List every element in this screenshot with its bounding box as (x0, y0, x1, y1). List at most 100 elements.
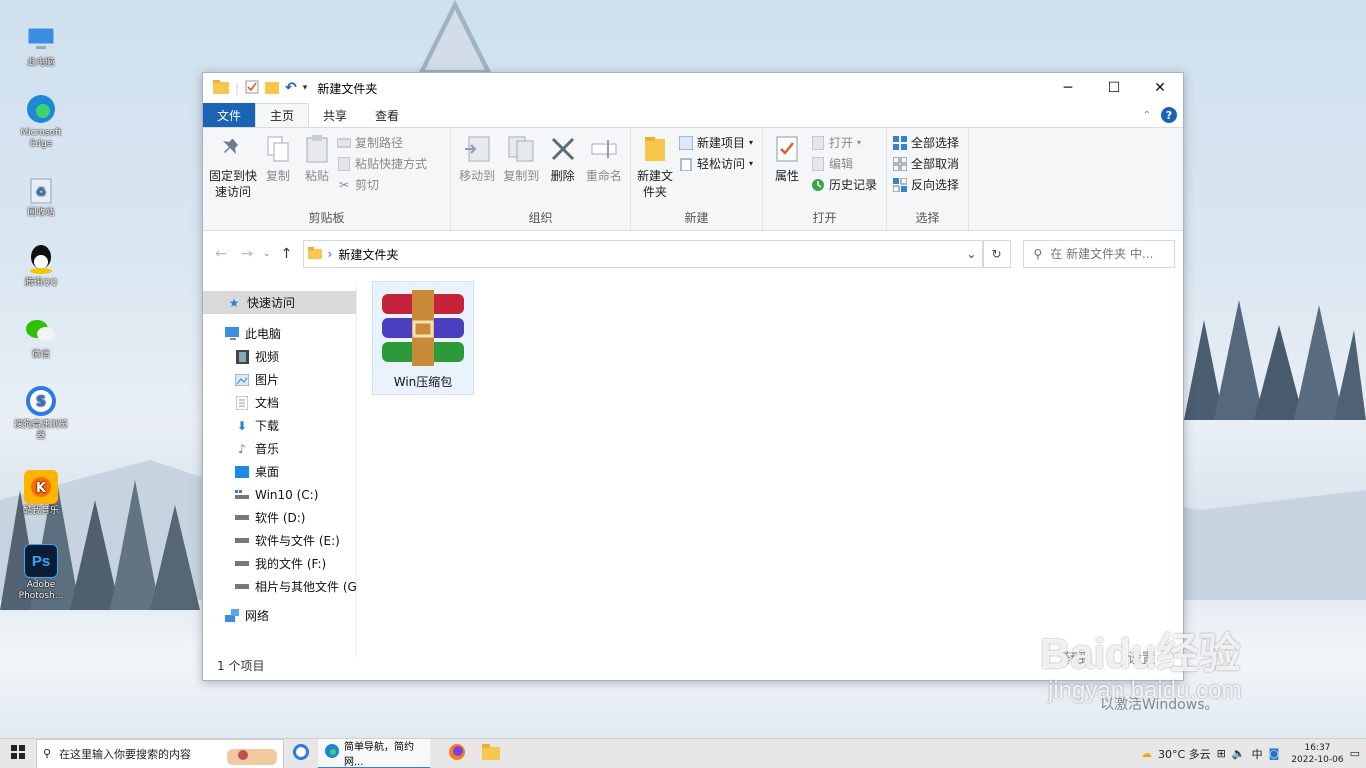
copy-to-icon (505, 132, 537, 166)
up-arrow-icon[interactable]: ↑ (277, 246, 297, 262)
nav-item-drive-c[interactable]: Win10 (C:) (203, 483, 356, 506)
svg-text:S: S (36, 394, 46, 410)
drive-icon (235, 511, 249, 525)
address-bar[interactable]: › 新建文件夹 ⌄ (302, 240, 983, 268)
notification-icon[interactable]: ▭ (1350, 747, 1360, 760)
easy-access-button[interactable]: 轻松访问 ▾ (679, 155, 753, 172)
network-tray-icon[interactable]: ⊞ (1217, 747, 1226, 760)
select-all-button[interactable]: 全部选择 (893, 134, 959, 151)
nav-this-pc[interactable]: 此电脑 (203, 322, 356, 345)
edit-button[interactable]: 编辑 (811, 155, 877, 172)
copy-path-button[interactable]: 复制路径 (337, 134, 427, 151)
firefox-icon (448, 743, 466, 764)
computer-icon (24, 22, 58, 56)
undo-icon[interactable]: ↶ (285, 80, 297, 96)
network-icon (225, 608, 239, 623)
baidu-watermark: Baidu经验 jingyan.baidu.com (1040, 620, 1241, 705)
explorer-window[interactable]: | ↶ ▾ 新建文件夹 ─ ☐ ✕ 文件 主页 共享 查看 ⌃ ? 固定到快速访… (202, 72, 1184, 681)
new-folder-icon[interactable] (265, 80, 280, 97)
ribbon-group-label: 剪贴板 (308, 211, 345, 225)
cut-button[interactable]: ✂ 剪切 (337, 176, 427, 193)
file-explorer-icon (482, 744, 500, 763)
new-item-button[interactable]: 新建项目 ▾ (679, 134, 753, 151)
back-arrow-icon[interactable]: ← (211, 246, 231, 262)
desktop-icon-this-pc[interactable]: 此电脑 (12, 22, 70, 69)
status-bar-item-count: 1 个项目 (217, 659, 265, 673)
forward-arrow-icon[interactable]: → (237, 246, 257, 262)
taskbar-firefox[interactable] (440, 739, 474, 768)
taskbar-file-explorer[interactable] (474, 739, 508, 768)
breadcrumb-separator-icon: › (327, 247, 333, 261)
nav-item-drive-e[interactable]: 软件与文件 (E:) (203, 529, 356, 552)
title-bar[interactable]: | ↶ ▾ 新建文件夹 ─ ☐ ✕ (203, 73, 1183, 103)
close-button[interactable]: ✕ (1137, 73, 1183, 103)
desktop-icon-kuwo[interactable]: K 酷我音乐 (12, 470, 70, 517)
nav-network[interactable]: 网络 (203, 604, 356, 627)
ribbon-group-label: 组织 (528, 211, 553, 225)
minimize-button[interactable]: ─ (1045, 73, 1091, 103)
ribbon-group-organize: 移动到 复制到 删除 重命名 组织 (451, 128, 631, 230)
system-tray: ☁ 30°C 多云 ⊞ 🔈 中 ◙ 16:37 2022-10-06 ▭ (1141, 742, 1366, 766)
maximize-button[interactable]: ☐ (1091, 73, 1137, 103)
taskbar-search-box[interactable]: ⚲ 在这里输入你要搜索的内容 (36, 738, 284, 768)
properties-icon[interactable] (245, 80, 259, 97)
select-none-button[interactable]: 全部取消 (893, 155, 959, 172)
nav-item-video[interactable]: 视频 (203, 345, 356, 368)
nav-item-music[interactable]: ♪ 音乐 (203, 437, 356, 460)
desktop-icon-wechat[interactable]: 微信 (12, 314, 70, 361)
collapse-ribbon-icon[interactable]: ⌃ (1143, 110, 1151, 121)
tab-view[interactable]: 查看 (361, 103, 413, 127)
copy-icon (262, 132, 294, 166)
refresh-button[interactable]: ↻ (982, 240, 1011, 268)
breadcrumb-current[interactable]: 新建文件夹 (338, 246, 398, 263)
dropdown-arrow-icon: ▾ (749, 138, 754, 147)
taskbar-sogou-browser[interactable] (284, 739, 318, 768)
tab-file[interactable]: 文件 (203, 103, 256, 127)
nav-item-desktop[interactable]: 桌面 (203, 460, 356, 483)
customize-toolbar-icon[interactable]: ▾ (303, 83, 308, 93)
tab-share[interactable]: 共享 (309, 103, 361, 127)
taskbar-edge[interactable]: 简单导航，简约网... (318, 738, 430, 768)
desktop-icon-photoshop[interactable]: Ps Adobe Photosh... (12, 544, 70, 602)
taskbar-search-placeholder: 在这里输入你要搜索的内容 (59, 747, 192, 761)
desktop-icon-edge[interactable]: Microsoft Edge (12, 92, 70, 150)
search-box[interactable]: ⚲ (1022, 240, 1175, 268)
start-button[interactable] (0, 739, 36, 768)
history-button[interactable]: 历史记录 (811, 176, 877, 193)
refresh-icon: ↻ (991, 247, 1002, 261)
open-button[interactable]: 打开 ▾ (811, 134, 877, 151)
help-icon[interactable]: ? (1161, 107, 1177, 123)
clock[interactable]: 16:37 2022-10-06 (1291, 742, 1343, 766)
watermark-brand-suffix: 经验 (1156, 630, 1241, 677)
nav-quick-access[interactable]: ★ 快速访问 (203, 291, 356, 314)
ime-indicator[interactable]: 中 (1252, 746, 1263, 762)
search-input[interactable] (1050, 247, 1161, 261)
qq-tray-icon[interactable]: ◙ (1269, 747, 1280, 760)
invert-selection-button[interactable]: 反向选择 (893, 176, 959, 193)
address-dropdown-icon[interactable]: ⌄ (962, 247, 982, 261)
documents-icon (235, 395, 249, 410)
weather-text[interactable]: 30°C 多云 (1158, 746, 1211, 762)
ribbon-group-open: 属性 打开 ▾ 编辑 历史记录 打开 (763, 128, 887, 230)
file-item[interactable]: Win压缩包 (372, 281, 474, 395)
paste-shortcut-button[interactable]: 粘贴快捷方式 (337, 155, 427, 172)
ribbon-group-label: 打开 (812, 211, 837, 225)
volume-icon[interactable]: 🔈 (1232, 747, 1246, 760)
weather-icon[interactable]: ☁ (1141, 747, 1152, 760)
desktop-icon-recycle-bin[interactable]: ♻ 回收站 (12, 172, 70, 219)
tab-home[interactable]: 主页 (255, 103, 310, 127)
search-highlight-icon (225, 743, 279, 768)
nav-item-documents[interactable]: 文档 (203, 391, 356, 414)
dropdown-arrow-icon: ▾ (857, 138, 862, 147)
nav-item-drive-f[interactable]: 我的文件 (F:) (203, 552, 356, 575)
nav-item-drive-g[interactable]: 相片与其他文件 (G: (203, 575, 356, 598)
recent-locations-chevron-icon[interactable]: ⌄ (263, 249, 271, 259)
desktop-icon-qq[interactable]: 腾讯QQ (12, 242, 70, 289)
nav-item-pictures[interactable]: 图片 (203, 368, 356, 391)
sogou-browser-icon: S (24, 384, 58, 418)
nav-item-downloads[interactable]: ⬇ 下载 (203, 414, 356, 437)
video-icon (235, 349, 249, 364)
nav-item-drive-d[interactable]: 软件 (D:) (203, 506, 356, 529)
desktop-icon-sogou[interactable]: S 搜狗高速浏览器 (12, 384, 70, 442)
explorer-body: ★ 快速访问 此电脑 视频 图片 文档 ⬇ 下载 ♪ 音乐 桌面 Win10 (C:… (203, 281, 1183, 680)
